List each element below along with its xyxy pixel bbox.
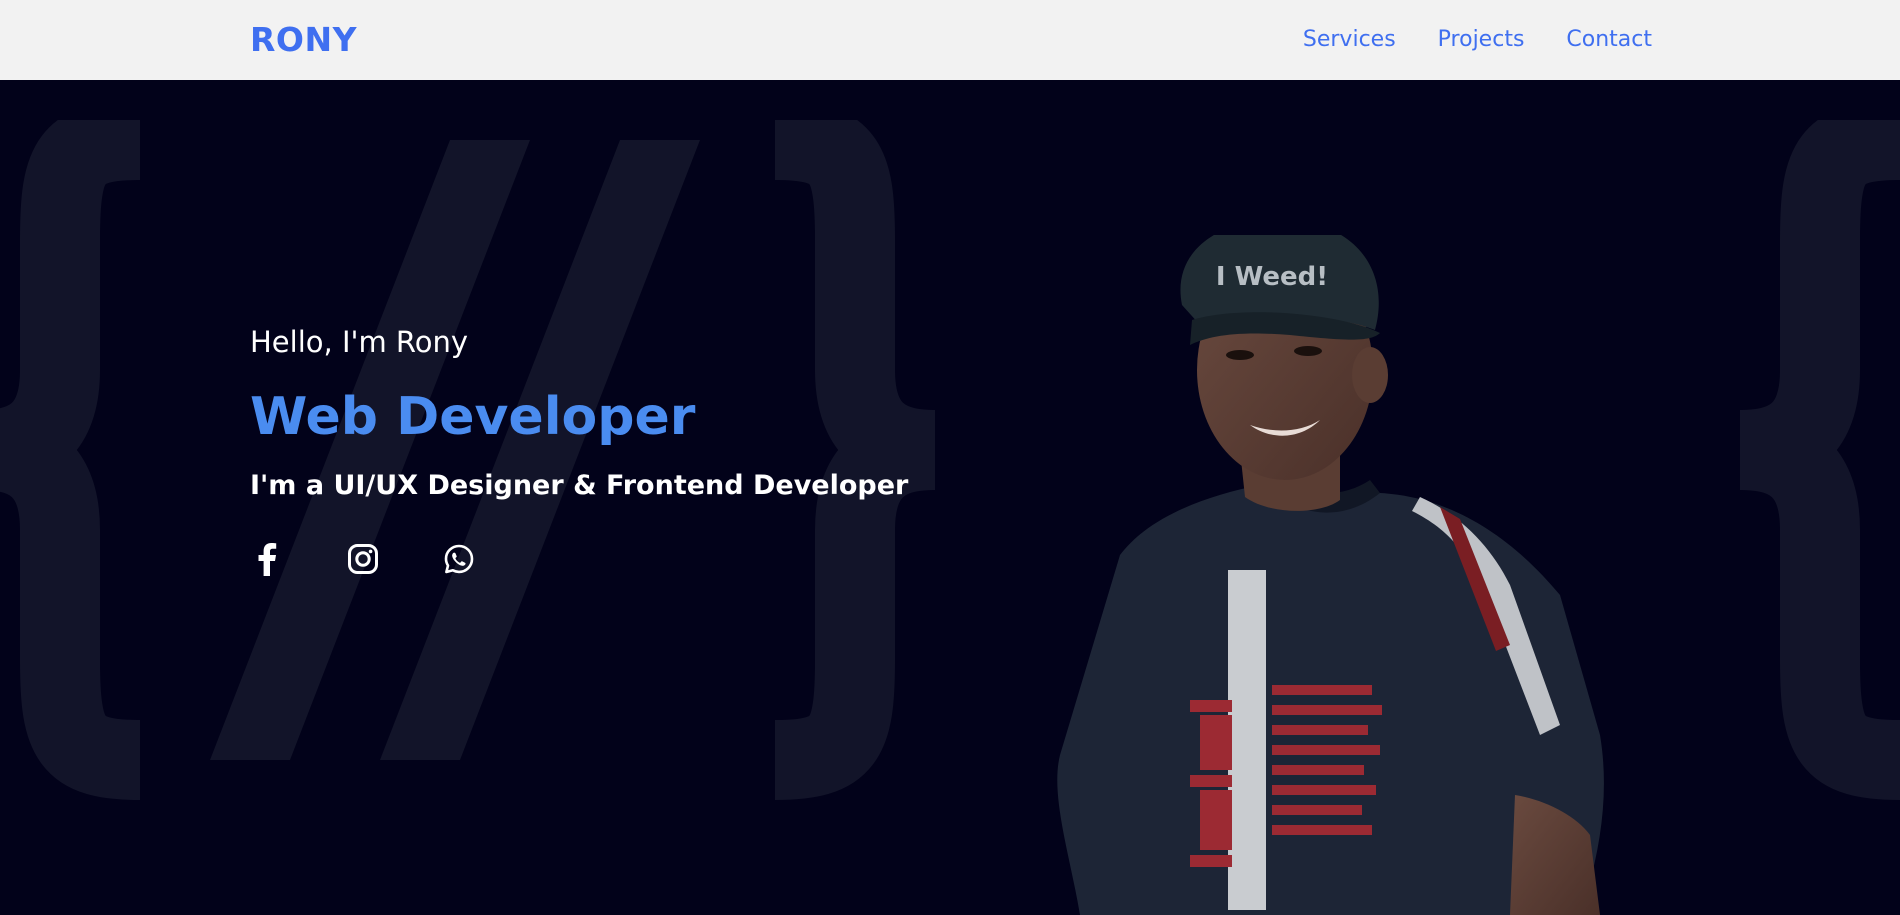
hero-text: Hello, I'm Rony Web Developer I'm a UI/U…	[250, 322, 908, 576]
nav-links: Services Projects Contact	[1303, 22, 1652, 58]
social-links	[250, 542, 908, 576]
logo[interactable]: RONY	[250, 20, 357, 60]
profile-photo: I Weed!	[1057, 235, 1604, 915]
nav-link-projects[interactable]: Projects	[1438, 22, 1525, 58]
whatsapp-icon[interactable]	[442, 542, 476, 576]
navbar: RONY Services Projects Contact	[0, 0, 1900, 80]
instagram-icon[interactable]	[346, 542, 380, 576]
cap-text: I Weed!	[1216, 262, 1328, 292]
tagline: I'm a UI/UX Designer & Frontend Develope…	[250, 470, 909, 501]
greeting: Hello, I'm Rony	[250, 325, 469, 359]
hero-section: Hello, I'm Rony Web Developer I'm a UI/U…	[0, 80, 1900, 915]
facebook-icon[interactable]	[250, 542, 284, 576]
role-title: Web Developer	[250, 387, 696, 447]
nav-link-contact[interactable]: Contact	[1566, 22, 1652, 58]
nav-link-services[interactable]: Services	[1303, 22, 1396, 58]
